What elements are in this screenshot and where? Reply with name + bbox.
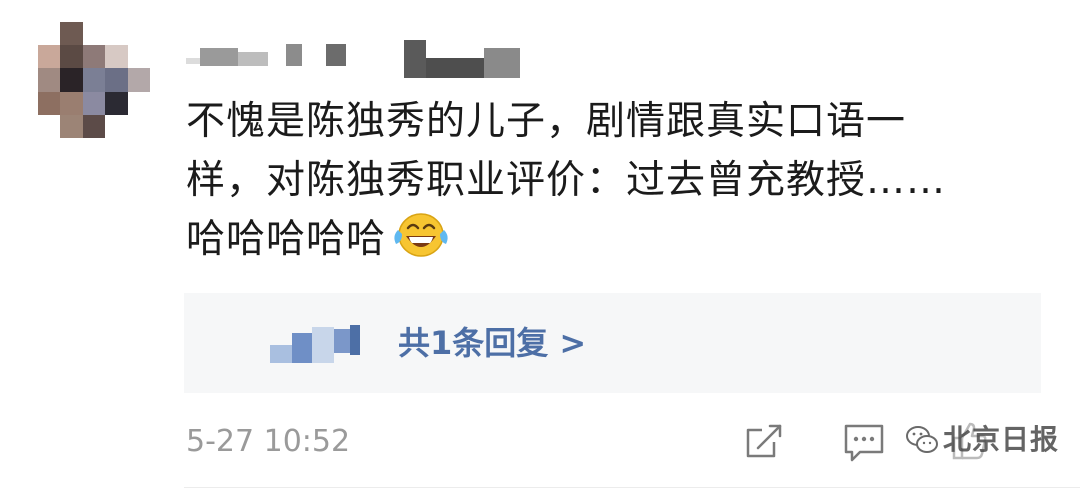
comment-line: 不愧是陈独秀的儿子，剧情跟真实口语一 xyxy=(186,99,907,144)
wechat-icon xyxy=(905,423,939,457)
divider xyxy=(184,487,1080,488)
share-icon[interactable] xyxy=(744,422,784,462)
comment-card: 不愧是陈独秀的儿子，剧情跟真实口语一 样，对陈独秀职业评价：过去曾充教授…… 哈… xyxy=(0,0,1080,492)
laughing-with-tears-icon xyxy=(392,210,450,277)
view-replies-link[interactable]: 共1条回复 > xyxy=(398,321,586,365)
comment-laugh-text: 哈哈哈哈哈 xyxy=(186,217,387,262)
watermark-text: 北京日报 xyxy=(943,423,1060,456)
comment-line: 样，对陈独秀职业评价：过去曾充教授…… xyxy=(186,158,947,203)
avatar[interactable] xyxy=(38,22,150,138)
username-blurred[interactable] xyxy=(186,40,526,84)
comment-line: 哈哈哈哈哈 xyxy=(186,210,1026,277)
reply-box[interactable]: 共1条回复 > xyxy=(184,293,1041,393)
timestamp: 5-27 10:52 xyxy=(186,424,351,459)
comment-text: 不愧是陈独秀的儿子，剧情跟真实口语一 样，对陈独秀职业评价：过去曾充教授…… 哈… xyxy=(186,92,1026,277)
watermark: 北京日报 xyxy=(905,418,1059,462)
reply-username-blurred xyxy=(270,323,362,365)
comment-icon[interactable] xyxy=(842,420,886,464)
